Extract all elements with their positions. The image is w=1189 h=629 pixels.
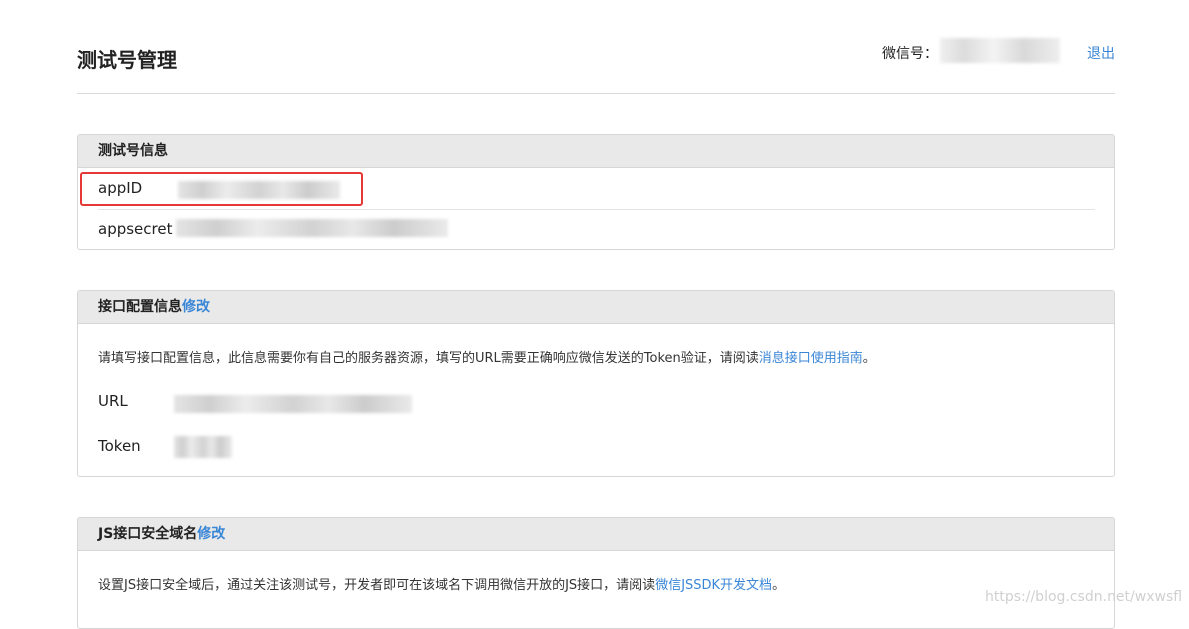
token-value-redacted	[174, 436, 232, 458]
message-interface-guide-link[interactable]: 消息接口使用指南	[759, 351, 863, 366]
watermark-text: https://blog.csdn.net/wxwsfl	[985, 589, 1183, 605]
interface-config-title: 接口配置信息	[98, 299, 182, 315]
token-label: Token	[98, 437, 141, 455]
interface-config-panel: 接口配置信息修改 请填写接口配置信息，此信息需要你有自己的服务器资源，填写的UR…	[77, 290, 1115, 477]
interface-config-edit-link[interactable]: 修改	[182, 299, 210, 315]
appsecret-value-redacted	[176, 219, 448, 237]
field-divider	[98, 209, 1095, 210]
js-domain-description-end: 。	[772, 578, 786, 593]
logout-link[interactable]: 退出	[1087, 43, 1115, 63]
js-domain-edit-link[interactable]: 修改	[197, 526, 225, 542]
test-account-info-header: 测试号信息	[78, 135, 1114, 168]
header-divider	[77, 93, 1115, 94]
js-domain-description-text: 设置JS接口安全域后，通过关注该测试号，开发者即可在该域名下调用微信开放的JS接…	[98, 578, 656, 593]
url-label: URL	[98, 392, 128, 410]
appsecret-label: appsecret	[98, 220, 173, 238]
interface-config-description-text: 请填写接口配置信息，此信息需要你有自己的服务器资源，填写的URL需要正确响应微信…	[98, 351, 759, 366]
wechat-account-value-redacted	[940, 38, 1060, 63]
js-domain-title: JS接口安全域名	[98, 526, 198, 542]
js-domain-header: JS接口安全域名修改	[78, 518, 1114, 551]
appid-highlight-box	[80, 172, 363, 206]
js-domain-panel: JS接口安全域名修改 设置JS接口安全域后，通过关注该测试号，开发者即可在该域名…	[77, 517, 1115, 629]
interface-config-description: 请填写接口配置信息，此信息需要你有自己的服务器资源，填写的URL需要正确响应微信…	[98, 347, 876, 366]
url-value-redacted	[174, 395, 412, 413]
page-title: 测试号管理	[77, 48, 177, 72]
js-domain-description: 设置JS接口安全域后，通过关注该测试号，开发者即可在该域名下调用微信开放的JS接…	[98, 574, 785, 593]
interface-config-header: 接口配置信息修改	[78, 291, 1114, 324]
test-account-info-title: 测试号信息	[98, 143, 168, 159]
interface-config-description-end: 。	[862, 351, 876, 366]
jssdk-doc-link[interactable]: 微信JSSDK开发文档	[655, 578, 772, 593]
wechat-account-label: 微信号：	[882, 46, 938, 62]
